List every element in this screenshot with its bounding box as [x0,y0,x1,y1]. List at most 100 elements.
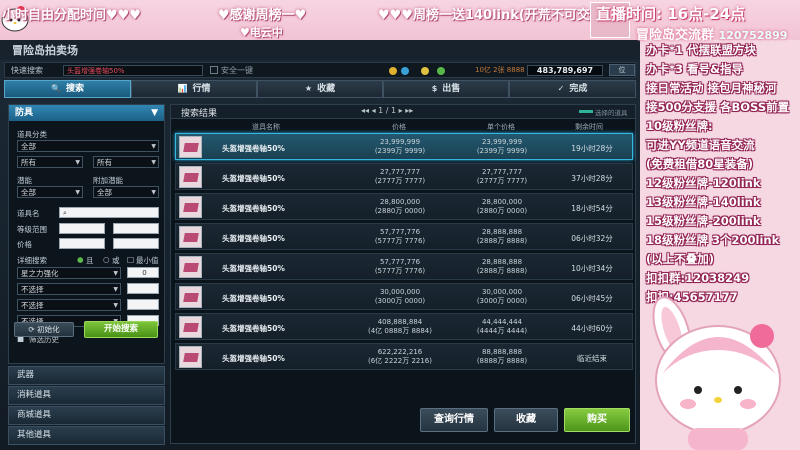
tab-label: 搜索 [65,84,84,94]
category-list: 武器 消耗道具 商城道具 其他道具 [8,366,165,446]
reset-button[interactable]: ⟳ 初始化 [14,322,74,337]
item-category-value: 全部 [21,142,36,151]
detail-value-1: 星之力强化 [21,269,59,278]
col-name-header: 道具名称 [252,123,280,131]
unit-price: 28,800,000 (2880万 0000) [454,198,550,216]
ticker-text-4: ♥电云中 [240,26,283,39]
gold-coin-icon [389,67,397,75]
detail-value-input-1[interactable]: 0 [127,267,159,278]
total-price-value: 57,777,776 [379,228,421,236]
unit-price: 30,000,000 (3000万 0000) [454,288,550,306]
tab-complete[interactable]: ✓ 完成 [509,80,636,98]
level-range-label: 等级范围 [17,225,47,234]
safe-checkbox[interactable] [210,66,218,74]
unit-price-detail: (2880万 0000) [476,207,528,215]
results-pager[interactable]: ◂◂ ◂ 1 / 1 ▸ ▸▸ [361,106,413,115]
price-label: 价格 [17,240,32,249]
result-row[interactable]: 头盔增强卷轴50% 28,800,000 (2880万 0000) 28,800,… [175,193,633,220]
result-row[interactable]: 头盔增强卷轴50% 30,000,000 (3000万 0000) 30,000,… [175,283,633,310]
unit-price-detail: (4444万 4444) [476,327,528,335]
total-price: 57,777,776 (5777万 7776) [352,228,448,246]
stream-schedule: 直播时间: 16点-24点 [596,5,746,23]
price-max-input[interactable] [113,238,159,249]
tab-search[interactable]: 🔍 搜索 [4,80,131,98]
tab-market[interactable]: 📊 行情 [131,80,257,98]
price-min-input[interactable] [59,238,105,249]
dollar-icon: $ [431,84,438,93]
level-max-input[interactable] [113,223,159,234]
total-price-value: 622,222,216 [377,348,423,356]
total-price-value: 57,777,776 [379,258,421,266]
auction-window: 冒险岛拍卖场 快速搜索 头盔增强卷轴50% 安全一键 10亿 2张 8888 4… [0,40,640,450]
unit-price-value: 44,444,444 [481,318,523,326]
category-weapon[interactable]: 武器 [8,366,165,385]
reset-label: 初始化 [37,325,60,334]
result-row[interactable]: 头盔增强卷轴50% 27,777,777 (2777万 7777) 27,777,… [175,163,633,190]
quick-search-input[interactable]: 头盔增强卷轴50% [63,65,203,76]
class-value-1: 所有 [21,158,36,167]
safe-label: 安全一键 [221,66,253,75]
result-row[interactable]: 头盔增强卷轴50% 408,888,884 (4亿 0888万 8884) 44,… [175,313,633,340]
remaining-time: 19小时28分 [571,144,613,153]
category-consumable[interactable]: 消耗道具 [8,386,165,405]
result-row[interactable]: 头盔增强卷轴50% 57,777,776 (5777万 7776) 28,888,… [175,223,633,250]
class-select-1[interactable]: 所有 ▼ [17,156,83,168]
detail-select-3[interactable]: 不选择 ▼ [17,299,121,311]
tab-favorites[interactable]: ★ 收藏 [257,80,383,98]
query-market-button[interactable]: 查询行情 [420,408,488,432]
level-min-input[interactable] [59,223,105,234]
tab-label: 出售 [442,84,461,94]
unit-price-value: 28,888,888 [481,258,523,266]
detail-select-2[interactable]: 不选择 ▼ [17,283,121,295]
radio-and[interactable]: ● [77,255,84,264]
total-price: 57,777,776 (5777万 7776) [352,258,448,276]
total-price: 28,800,000 (2880万 0000) [352,198,448,216]
result-row[interactable]: 头盔增强卷轴50% 23,999,999 (2399万 9999) 23,999,… [175,133,633,160]
chevron-down-icon: ▼ [113,302,118,309]
unit-price: 23,999,999 (2399万 9999) [454,138,550,156]
item-category-select[interactable]: 全部 ▼ [17,140,159,152]
detail-select-1[interactable]: 星之力强化 ▼ [17,267,121,279]
star-icon: ★ [304,84,313,93]
scroll-item-icon [179,136,202,158]
remaining-time: 10小时34分 [571,264,613,273]
tab-label: 行情 [192,84,211,94]
tab-sell[interactable]: $ 出售 [383,80,509,98]
filter-category-dropdown[interactable]: 防具 ▼ [9,105,164,121]
position-button[interactable]: 位 [609,64,635,76]
remaining-time: 临近结束 [577,354,607,363]
ticker-text-2: ♥感谢周榜一♥ [218,8,307,23]
meso-balance: 483,789,697 [527,65,603,76]
item-name: 头盔增强卷轴50% [222,174,285,183]
check-icon: ✓ [557,84,565,93]
chevron-down-icon: ▼ [151,108,158,118]
col-unit-price-header: 单个价格 [487,123,515,131]
radio-or[interactable]: ○ [103,255,110,264]
item-category-label: 道具分类 [17,130,47,139]
favorite-button[interactable]: 收藏 [494,408,558,432]
start-search-button[interactable]: 开始搜索 [84,321,158,338]
result-row[interactable]: 头盔增强卷轴50% 622,222,216 (6亿 2222万 2216) 88,… [175,343,633,370]
buy-button[interactable]: 购买 [564,408,630,432]
unit-price-value: 88,888,888 [481,348,523,356]
ticker-text-3: ♥♥♥周榜一送140link(开荒不可交易 [378,8,603,23]
extra-latent-select[interactable]: 全部 ▼ [93,186,159,198]
item-name: 头盔增强卷轴50% [222,264,285,273]
result-row[interactable]: 头盔增强卷轴50% 57,777,776 (5777万 7776) 28,888,… [175,253,633,280]
unit-price-value: 30,000,000 [481,288,523,296]
total-price-value: 30,000,000 [379,288,421,296]
min-value-checkbox[interactable]: □ [127,255,134,264]
item-name-label: 道具名 [17,209,40,218]
unit-price-value: 23,999,999 [481,138,523,146]
info-line: 13级粉丝牌-140link [646,195,761,209]
class-value-2: 所有 [97,158,112,167]
item-name-input[interactable]: ⌕ [59,207,159,218]
latent-select[interactable]: 全部 ▼ [17,186,83,198]
chevron-down-icon: ▼ [75,159,80,166]
detail-value-input-3[interactable] [127,299,159,310]
unit-price-detail: (3000万 0000) [476,297,528,305]
detail-value-input-2[interactable] [127,283,159,294]
class-select-2[interactable]: 所有 ▼ [93,156,159,168]
category-cash[interactable]: 商城道具 [8,406,165,425]
category-other[interactable]: 其他道具 [8,426,165,445]
